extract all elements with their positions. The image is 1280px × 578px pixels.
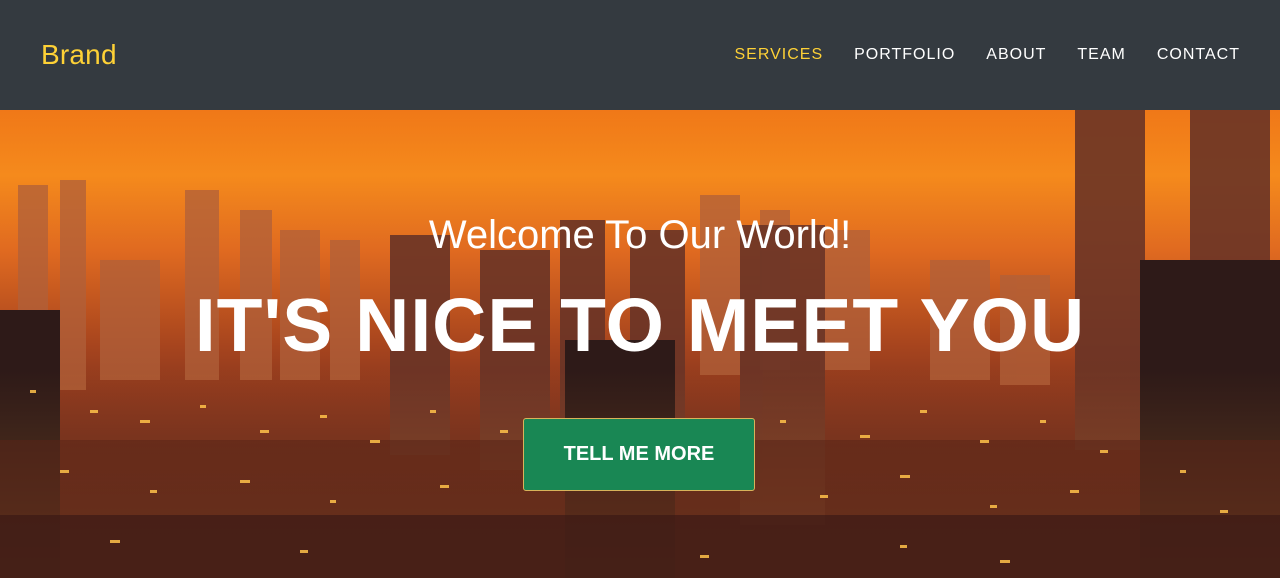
hero-heading: IT'S NICE TO MEET YOU: [194, 283, 1086, 367]
nav-link-portfolio[interactable]: PORTFOLIO: [854, 46, 955, 64]
nav-link-about[interactable]: ABOUT: [986, 46, 1046, 64]
hero-section: Welcome To Our World! IT'S NICE TO MEET …: [0, 110, 1280, 578]
nav-link-team[interactable]: TEAM: [1077, 46, 1125, 64]
navbar: Brand SERVICES PORTFOLIO ABOUT TEAM CONT…: [0, 0, 1280, 110]
main-nav: SERVICES PORTFOLIO ABOUT TEAM CONTACT: [703, 46, 1240, 64]
nav-link-contact[interactable]: CONTACT: [1157, 46, 1240, 64]
tell-me-more-button[interactable]: TELL ME MORE: [523, 418, 755, 491]
brand-logo[interactable]: Brand: [41, 39, 117, 71]
hero-subheading: Welcome To Our World!: [428, 213, 852, 257]
nav-link-services[interactable]: SERVICES: [734, 46, 823, 64]
hero-content: Welcome To Our World! IT'S NICE TO MEET …: [0, 110, 1280, 578]
